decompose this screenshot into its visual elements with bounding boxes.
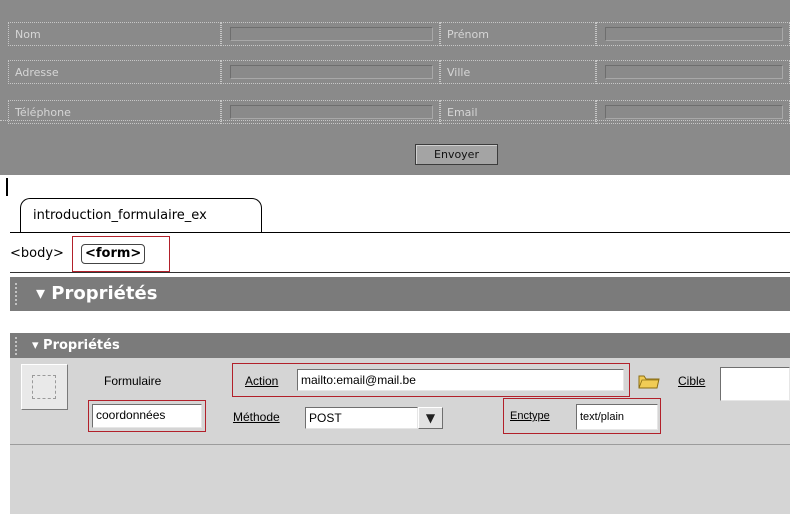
tag-body[interactable]: <body> — [10, 246, 64, 261]
label-prenom: Prénom — [440, 22, 596, 46]
properties-title: ▾ Propriétés — [36, 283, 158, 304]
inspector-grip-icon[interactable] — [14, 336, 18, 355]
tag-selector-separator — [10, 272, 790, 273]
method-select[interactable]: POST — [305, 407, 418, 429]
method-label-text: Méthode — [233, 410, 280, 424]
target-label-text: Cible — [678, 374, 706, 388]
tag-form-highlight — [72, 236, 170, 272]
target-input[interactable] — [720, 367, 790, 401]
action-highlight — [232, 363, 630, 397]
element-type-label: Formulaire — [104, 374, 162, 388]
method-label: Méthode — [233, 410, 280, 424]
form-element-icon — [21, 364, 68, 410]
folder-icon[interactable] — [638, 373, 660, 389]
inspector-title: ▾ Propriétés — [32, 338, 120, 353]
panel-divider — [10, 444, 790, 445]
form-name-highlight — [88, 400, 206, 432]
document-tab[interactable]: introduction_formulaire_ex — [20, 198, 262, 232]
adresse-input[interactable] — [221, 60, 440, 84]
label-nom: Nom — [8, 22, 221, 46]
target-label: Cible — [678, 374, 705, 388]
enctype-highlight — [503, 398, 661, 434]
panel-grip-icon[interactable] — [14, 282, 18, 306]
form-design-preview: Nom Prénom Adresse Ville Téléphone Email — [0, 0, 790, 175]
nom-input[interactable] — [221, 22, 440, 46]
envoyer-button[interactable]: Envoyer — [415, 144, 498, 165]
tab-baseline — [10, 232, 790, 233]
tab-area-marker — [6, 178, 8, 196]
properties-bar-collapsed[interactable]: ▾ Propriétés — [10, 277, 790, 311]
submit-row — [0, 120, 790, 173]
properties-bar[interactable]: ▾ Propriétés — [10, 333, 790, 358]
label-ville: Ville — [440, 60, 596, 84]
label-adresse: Adresse — [8, 60, 221, 84]
prenom-input[interactable] — [596, 22, 790, 46]
ville-input[interactable] — [596, 60, 790, 84]
chevron-down-icon[interactable]: ▼ — [418, 407, 443, 429]
